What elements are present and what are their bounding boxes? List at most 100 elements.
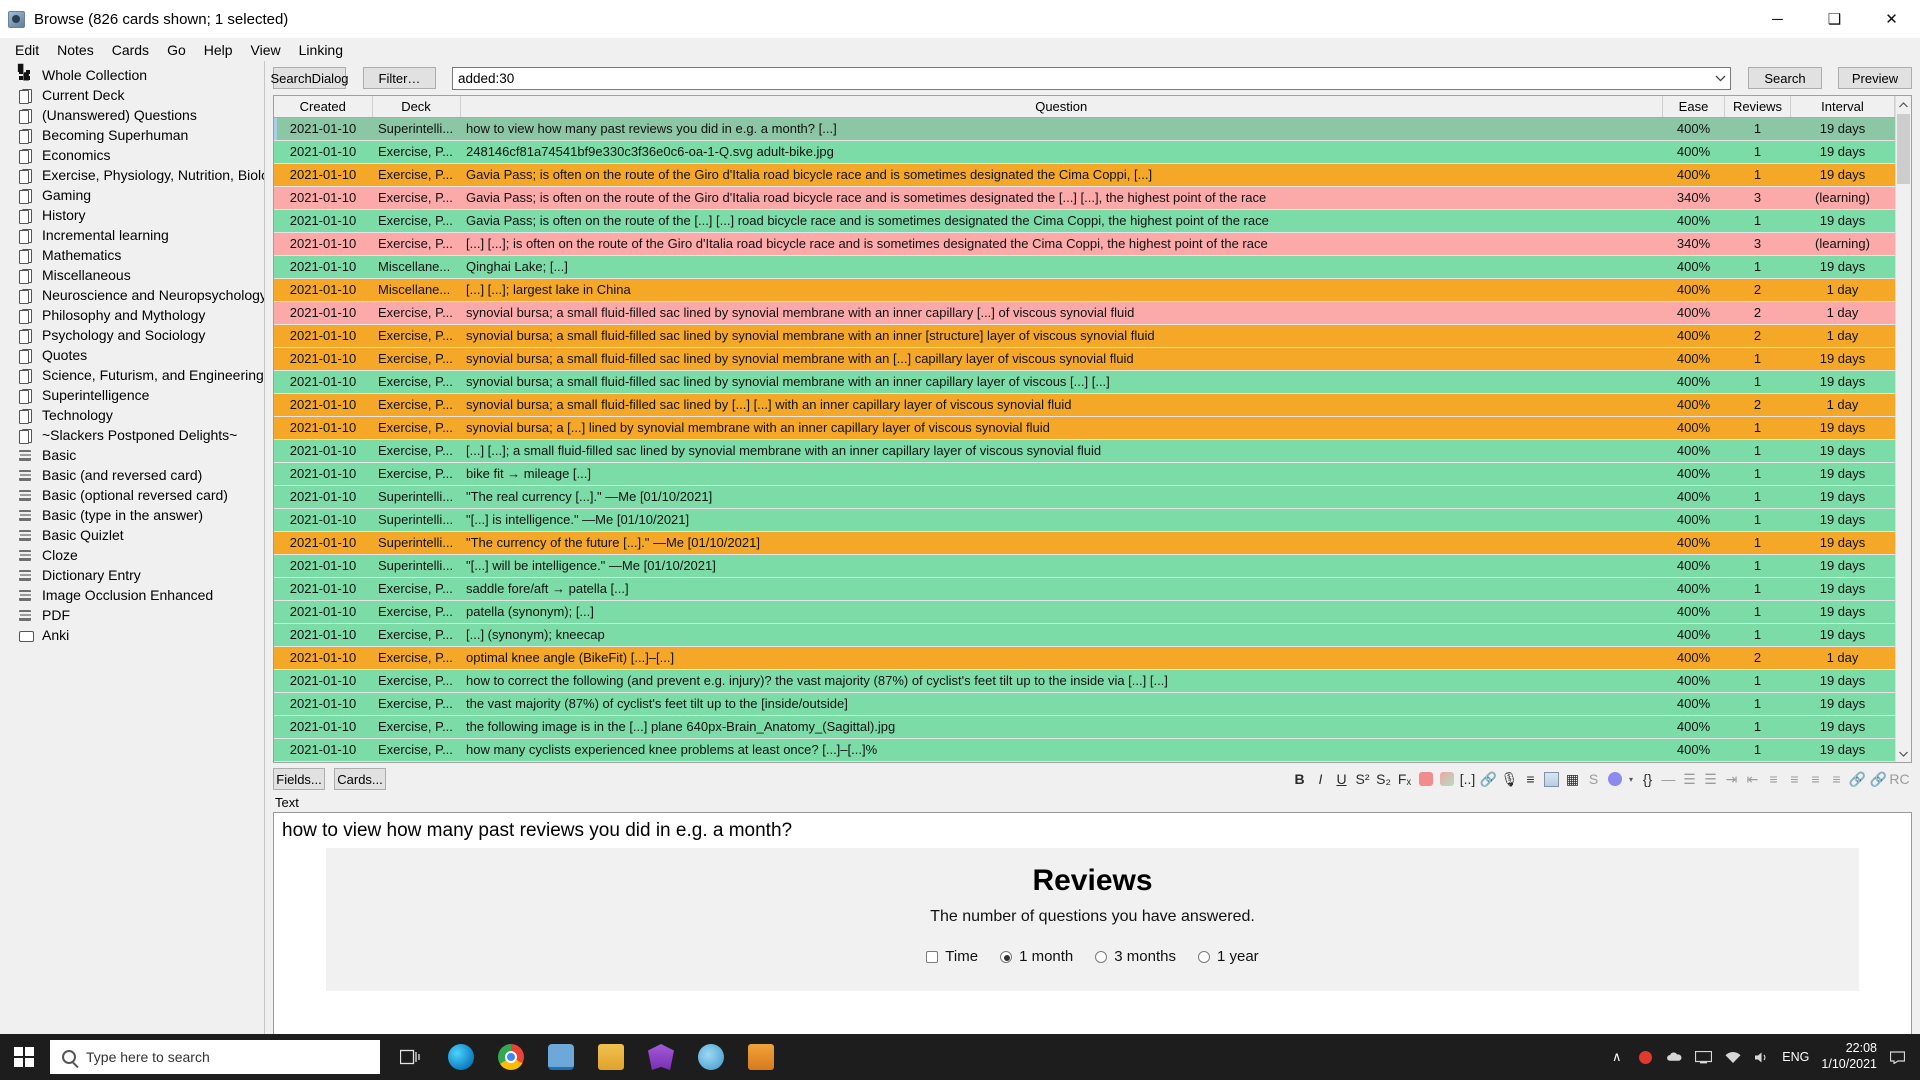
menu-go[interactable]: Go xyxy=(158,40,195,60)
sidebar-item-history[interactable]: History xyxy=(0,205,264,225)
menu-view[interactable]: View xyxy=(242,40,290,60)
cloze-icon[interactable]: [..] xyxy=(1457,768,1478,790)
table-row[interactable]: 2021-01-10 Exercise, P... synovial bursa; … xyxy=(274,324,1911,348)
option-3-months[interactable]: 3 months xyxy=(1095,948,1176,965)
display-icon[interactable] xyxy=(1695,1049,1713,1066)
show-hidden-icons-icon[interactable]: ∧ xyxy=(1608,1049,1625,1066)
table-row[interactable]: 2021-01-10 Exercise, P... the following im… xyxy=(274,715,1911,739)
equation-icon[interactable]: ≡ xyxy=(1520,768,1541,790)
sidebar-item-basic[interactable]: Basic xyxy=(0,445,264,465)
scroll-up-icon[interactable] xyxy=(1896,96,1911,113)
table-row[interactable]: 2021-01-10 Exercise, P... saddle fore/aft … xyxy=(274,577,1911,601)
action-center-icon[interactable] xyxy=(1889,1049,1906,1066)
sidebar-item-basic-and-reversed-card[interactable]: Basic (and reversed card) xyxy=(0,465,264,485)
table-row[interactable]: 2021-01-10 Exercise, P... synovial bursa; … xyxy=(274,416,1911,440)
sidebar-item-technology[interactable]: Technology xyxy=(0,405,264,425)
onedrive-icon[interactable] xyxy=(1666,1049,1683,1066)
sidebar-item-image-occlusion-enhanced[interactable]: Image Occlusion Enhanced xyxy=(0,585,264,605)
table-row[interactable]: 2021-01-10 Exercise, P... synovial bursa; … xyxy=(274,370,1911,394)
record-audio-icon[interactable]: 🎙 xyxy=(1499,768,1520,790)
sidebar-item-basic-quizlet[interactable]: Basic Quizlet xyxy=(0,525,264,545)
color-dropdown-icon[interactable]: ▾ xyxy=(1625,768,1637,790)
filter-button[interactable]: Filter… xyxy=(363,67,436,89)
fields-button[interactable]: Fields... xyxy=(273,768,325,790)
italic-icon[interactable]: I xyxy=(1310,768,1331,790)
table-row[interactable]: 2021-01-10 Exercise, P... Gavia Pass; is o… xyxy=(274,209,1911,233)
unlink-icon[interactable]: 🔗 xyxy=(1868,768,1889,790)
column-header-question[interactable]: Question xyxy=(460,96,1663,118)
obs-icon[interactable] xyxy=(686,1034,736,1080)
sidebar-item-basic-optional-reversed-card[interactable]: Basic (optional reversed card) xyxy=(0,485,264,505)
align-center-icon[interactable]: ≡ xyxy=(1784,768,1805,790)
attach-icon[interactable]: 🔗 xyxy=(1478,768,1499,790)
indent-icon[interactable]: ⇥ xyxy=(1721,768,1742,790)
sidebar-item-anki[interactable]: Anki xyxy=(0,625,264,645)
table-row[interactable]: 2021-01-10 Exercise, P... synovial bursa; … xyxy=(274,301,1911,325)
sidebar-item-whole-collection[interactable]: Whole Collection xyxy=(0,64,264,85)
table-icon[interactable]: ▦ xyxy=(1562,768,1583,790)
sidebar-item-pdf[interactable]: PDF xyxy=(0,605,264,625)
table-row[interactable]: 2021-01-10 Exercise, P... the vast majorit… xyxy=(274,692,1911,716)
option-1-month[interactable]: 1 month xyxy=(1000,948,1073,965)
close-button[interactable]: ✕ xyxy=(1863,0,1920,38)
file-explorer-icon[interactable] xyxy=(586,1034,636,1080)
sidebar-item-economics[interactable]: Economics xyxy=(0,145,264,165)
numbered-list-icon[interactable]: ☰ xyxy=(1700,768,1721,790)
sidebar-item-science-futurism-and-engineering[interactable]: Science, Futurism, and Engineering xyxy=(0,365,264,385)
sidebar-item-mathematics[interactable]: Mathematics xyxy=(0,245,264,265)
language-indicator[interactable]: ENG xyxy=(1782,1050,1809,1064)
table-vertical-scrollbar[interactable] xyxy=(1895,96,1911,762)
maximize-button[interactable]: ❑ xyxy=(1806,0,1863,38)
menu-edit[interactable]: Edit xyxy=(6,40,48,60)
strikethrough-icon[interactable]: S xyxy=(1583,768,1604,790)
network-icon[interactable] xyxy=(1724,1049,1741,1066)
search-button[interactable]: Search xyxy=(1748,67,1822,89)
subscript-icon[interactable]: S₂ xyxy=(1373,768,1394,790)
chrome-icon[interactable] xyxy=(486,1034,536,1080)
sidebar-item-exercise-physiology-nutrition-biolog[interactable]: Exercise, Physiology, Nutrition, Biolog.… xyxy=(0,165,264,185)
radio-icon[interactable] xyxy=(1197,950,1210,963)
justify-icon[interactable]: ≡ xyxy=(1826,768,1847,790)
align-left-icon[interactable]: ≡ xyxy=(1763,768,1784,790)
table-row[interactable]: 2021-01-10 Superintelli... "The real curre… xyxy=(274,485,1911,509)
menu-help[interactable]: Help xyxy=(195,40,242,60)
table-row[interactable]: 2021-01-10 Superintelli... "The currency o… xyxy=(274,531,1911,555)
column-header-ease[interactable]: Ease xyxy=(1662,96,1725,118)
scroll-down-icon[interactable] xyxy=(1896,745,1911,762)
table-row[interactable]: 2021-01-10 Exercise, P... how to correct t… xyxy=(274,669,1911,693)
sidebar-item-miscellaneous[interactable]: Miscellaneous xyxy=(0,265,264,285)
column-header-interval[interactable]: Interval xyxy=(1790,96,1895,118)
sidebar-item-superintelligence[interactable]: Superintelligence xyxy=(0,385,264,405)
sidebar-item-slackers-postponed-delights[interactable]: ~Slackers Postponed Delights~ xyxy=(0,425,264,445)
clock[interactable]: 22:08 1/10/2021 xyxy=(1821,1041,1877,1072)
search-dialog-button[interactable]: SearchDialog xyxy=(270,67,349,89)
menu-linking[interactable]: Linking xyxy=(290,40,352,60)
text-field-value[interactable]: how to view how many past reviews you di… xyxy=(274,813,1911,844)
image-occlusion-icon[interactable] xyxy=(1541,768,1562,790)
rc-label-icon[interactable]: RC xyxy=(1889,768,1910,790)
option-1-year[interactable]: 1 year xyxy=(1197,948,1259,965)
sidebar-item-dictionary-entry[interactable]: Dictionary Entry xyxy=(0,565,264,585)
microsoft-edge-icon[interactable] xyxy=(436,1034,486,1080)
sidebar-item-basic-type-in-the-answer[interactable]: Basic (type in the answer) xyxy=(0,505,264,525)
superscript-icon[interactable]: S² xyxy=(1352,768,1373,790)
table-row[interactable]: 2021-01-10 Superintelli... "[...] will be … xyxy=(274,554,1911,578)
brave-icon[interactable] xyxy=(636,1034,686,1080)
table-row[interactable]: 2021-01-10 Exercise, P... Gavia Pass; is o… xyxy=(274,163,1911,187)
search-combobox[interactable] xyxy=(452,66,1731,90)
table-row[interactable]: 2021-01-10 Exercise, P... [...] [...]; a s… xyxy=(274,439,1911,463)
sidebar-item-neuroscience-and-neuropsychology[interactable]: Neuroscience and Neuropsychology xyxy=(0,285,264,305)
sidebar-item-gaming[interactable]: Gaming xyxy=(0,185,264,205)
table-row[interactable]: 2021-01-10Science, Fu...plumb bob (etymo… xyxy=(274,761,1911,762)
table-row[interactable]: 2021-01-10 Miscellane... [...] [...]; larg… xyxy=(274,278,1911,302)
table-row[interactable]: 2021-01-10 Exercise, P... how many cyclist… xyxy=(274,738,1911,762)
recording-indicator-icon[interactable] xyxy=(1637,1049,1654,1066)
option-time[interactable]: Time xyxy=(926,948,978,965)
sidebar-item-current-deck[interactable]: Current Deck xyxy=(0,85,264,105)
align-right-icon[interactable]: ≡ xyxy=(1805,768,1826,790)
sidebar-item-unanswered-questions[interactable]: (Unanswered) Questions xyxy=(0,105,264,125)
cards-button[interactable]: Cards... xyxy=(334,768,386,790)
taskbar-search[interactable]: Type here to search xyxy=(50,1040,380,1074)
text-color-icon[interactable] xyxy=(1415,768,1436,790)
table-row[interactable]: 2021-01-10 Exercise, P... patella (synonym… xyxy=(274,600,1911,624)
